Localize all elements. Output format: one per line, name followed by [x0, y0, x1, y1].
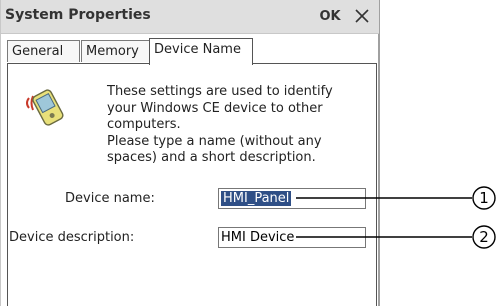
title-bar: System Properties OK [1, 0, 379, 34]
callout-number-2: 2 [479, 228, 489, 246]
info-line: These settings are used to identify [107, 84, 333, 99]
device-icon [23, 84, 65, 126]
window-title: System Properties [5, 7, 151, 23]
tab-memory[interactable]: Memory [81, 40, 150, 62]
ok-button[interactable]: OK [315, 3, 345, 30]
device-description-field[interactable]: HMI Device [218, 227, 366, 248]
device-name-field[interactable]: HMI_Panel [218, 188, 366, 209]
info-line: Please type a name (without any [107, 133, 322, 149]
device-name-label: Device name: [65, 191, 155, 206]
tab-general[interactable]: General [7, 40, 80, 62]
tab-strip: General Memory Device Name [7, 38, 379, 65]
info-text: These settings are used to identify your… [107, 84, 347, 167]
tab-device-name[interactable]: Device Name [149, 38, 253, 65]
device-name-value: HMI_Panel [221, 191, 292, 206]
device-description-label: Device description: [9, 230, 135, 245]
info-line: your Windows CE device to other [107, 100, 323, 116]
system-properties-window: System Properties OK General Memory Devi… [0, 0, 380, 306]
callout-number-1: 1 [479, 189, 489, 207]
close-icon[interactable] [348, 3, 376, 30]
device-description-value: HMI Device [221, 230, 295, 245]
info-line: spaces) and a short description. [107, 150, 316, 165]
callout-circle-1 [472, 186, 496, 210]
info-line: computers. [107, 117, 181, 132]
callout-circle-2 [472, 225, 496, 249]
